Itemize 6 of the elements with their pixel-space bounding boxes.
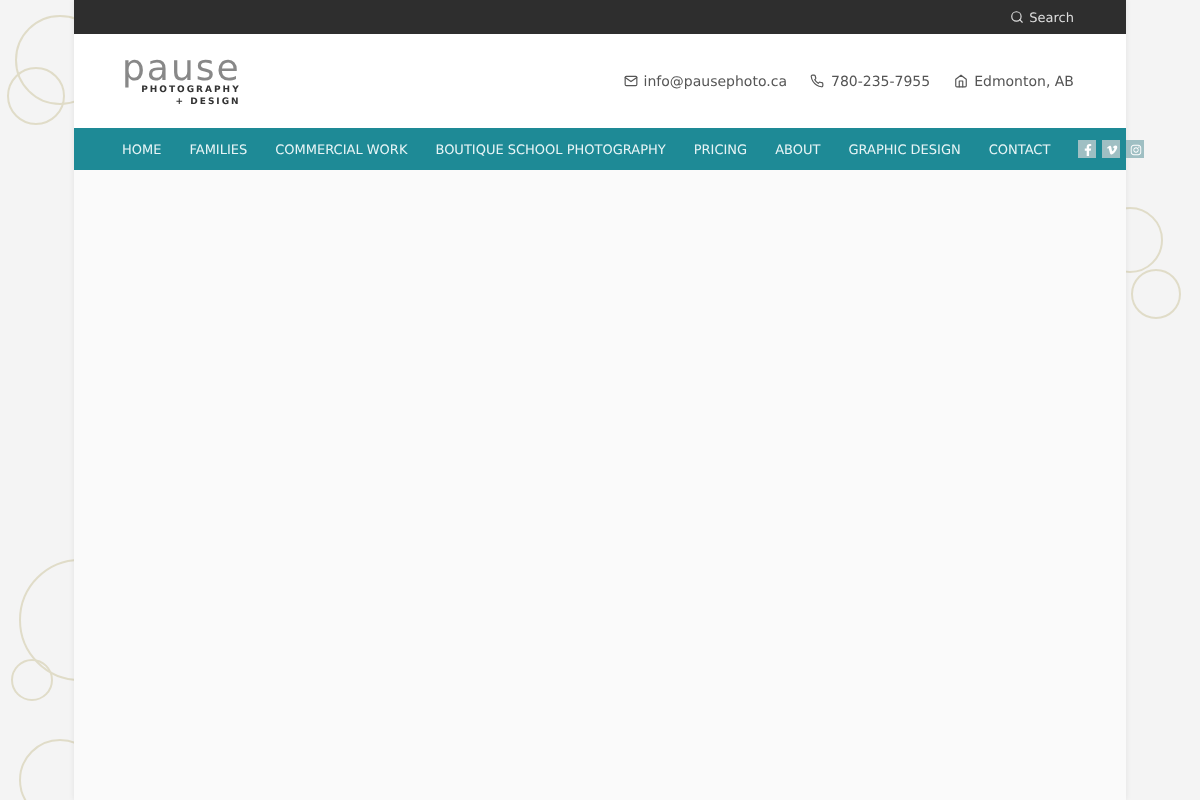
search-icon xyxy=(1009,10,1024,24)
home-icon xyxy=(954,74,969,88)
mail-icon xyxy=(623,74,638,88)
vimeo-button[interactable] xyxy=(1102,140,1121,158)
phone-icon xyxy=(810,74,825,88)
facebook-button[interactable] xyxy=(1078,140,1097,158)
